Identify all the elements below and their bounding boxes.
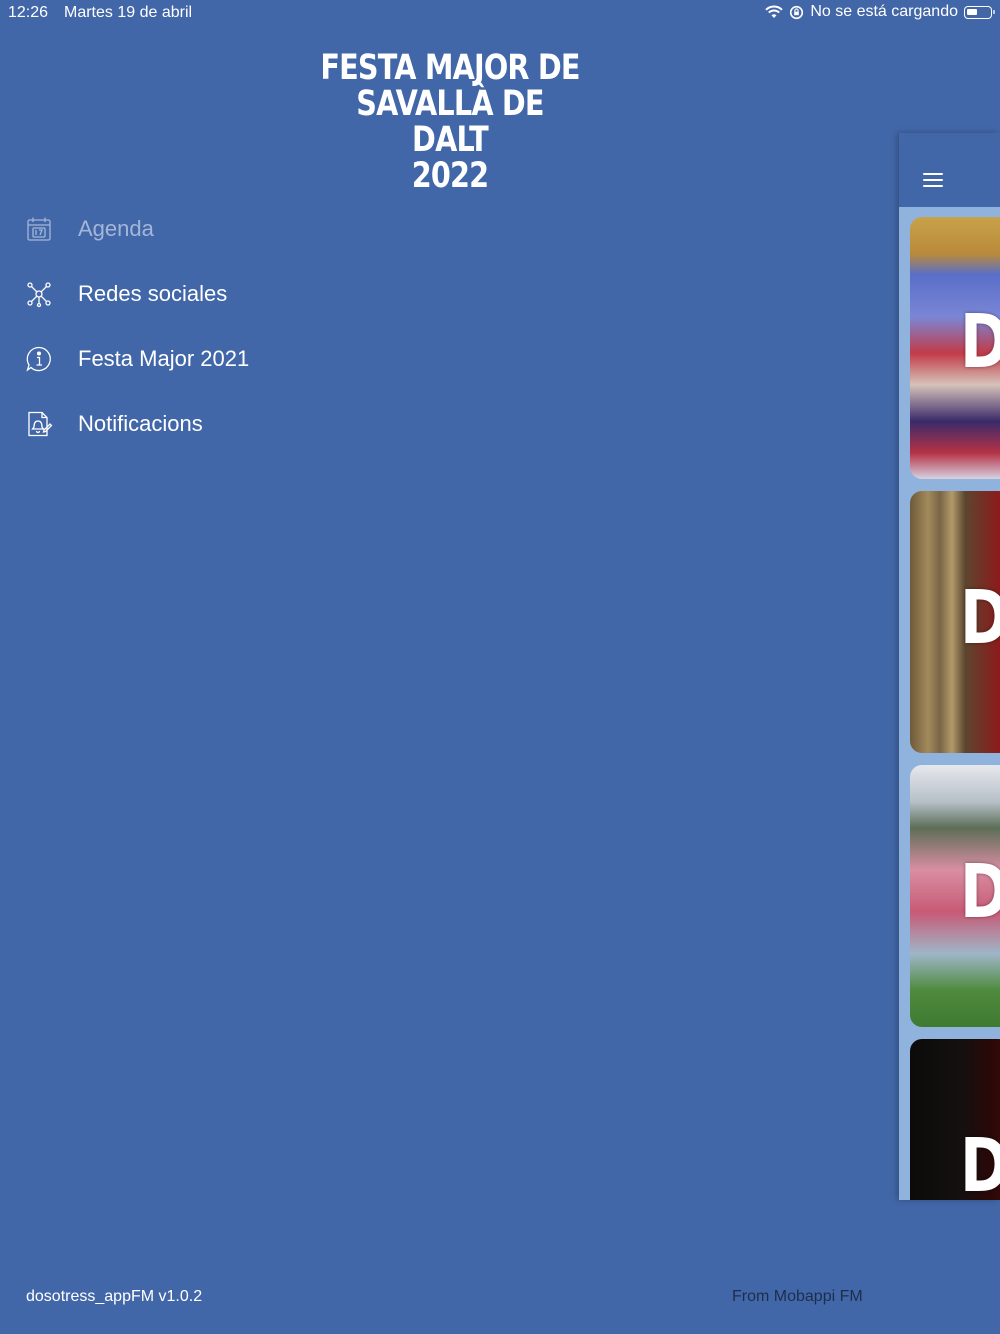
- wifi-icon: [765, 5, 784, 19]
- event-card-letter: D: [960, 1123, 1000, 1200]
- status-time: 12:26: [8, 4, 49, 21]
- status-date: Martes 19 de abril: [64, 4, 193, 21]
- event-card-letter: D: [960, 299, 1000, 385]
- event-card[interactable]: D: [910, 765, 1000, 1027]
- title-line-2: SAVALLÀ DE DALT: [356, 84, 544, 160]
- event-card-letter: D: [960, 849, 1000, 935]
- lock-rotation-icon: [789, 5, 804, 20]
- side-menu: Agenda Redes sociales Festa Major 2021 N…: [0, 196, 400, 456]
- app-screen: 12:26 Martes 19 de abril No se está carg…: [0, 0, 1000, 1334]
- network-icon: [24, 279, 54, 309]
- notification-document-icon: [24, 409, 54, 439]
- menu-item-redes-sociales[interactable]: Redes sociales: [0, 261, 400, 326]
- menu-item-festa-major-2021[interactable]: Festa Major 2021: [0, 326, 400, 391]
- title-line-1: FESTA MAJOR DE: [320, 48, 580, 88]
- charging-status-text: No se está cargando: [810, 3, 958, 20]
- main-content-peek[interactable]: D D D D: [899, 133, 1000, 1200]
- hamburger-menu-icon[interactable]: [923, 173, 943, 189]
- menu-item-label: Redes sociales: [78, 280, 228, 306]
- info-bubble-icon: [24, 344, 54, 374]
- credit-text: From Mobappi FM: [732, 1288, 863, 1305]
- status-indicators: No se está cargando: [765, 3, 995, 21]
- battery-icon: [964, 5, 995, 19]
- menu-item-label: Festa Major 2021: [78, 345, 250, 371]
- app-title: FESTA MAJOR DE SAVALLÀ DE DALT 2022: [319, 50, 581, 194]
- status-bar: 12:26 Martes 19 de abril No se está carg…: [0, 0, 1000, 26]
- title-line-3: 2022: [411, 156, 489, 196]
- event-card[interactable]: D: [910, 1039, 1000, 1200]
- calendar-icon: [24, 214, 54, 244]
- menu-item-label: Agenda: [78, 215, 154, 241]
- event-card[interactable]: D: [910, 491, 1000, 753]
- menu-item-label: Notificacions: [78, 410, 203, 436]
- event-card[interactable]: D: [910, 217, 1000, 479]
- menu-item-notificacions[interactable]: Notificacions: [0, 391, 400, 456]
- peek-header: [899, 133, 1000, 207]
- app-version: dosotress_appFM v1.0.2: [26, 1288, 203, 1305]
- event-card-letter: D: [960, 575, 1000, 661]
- menu-item-agenda[interactable]: Agenda: [0, 196, 400, 261]
